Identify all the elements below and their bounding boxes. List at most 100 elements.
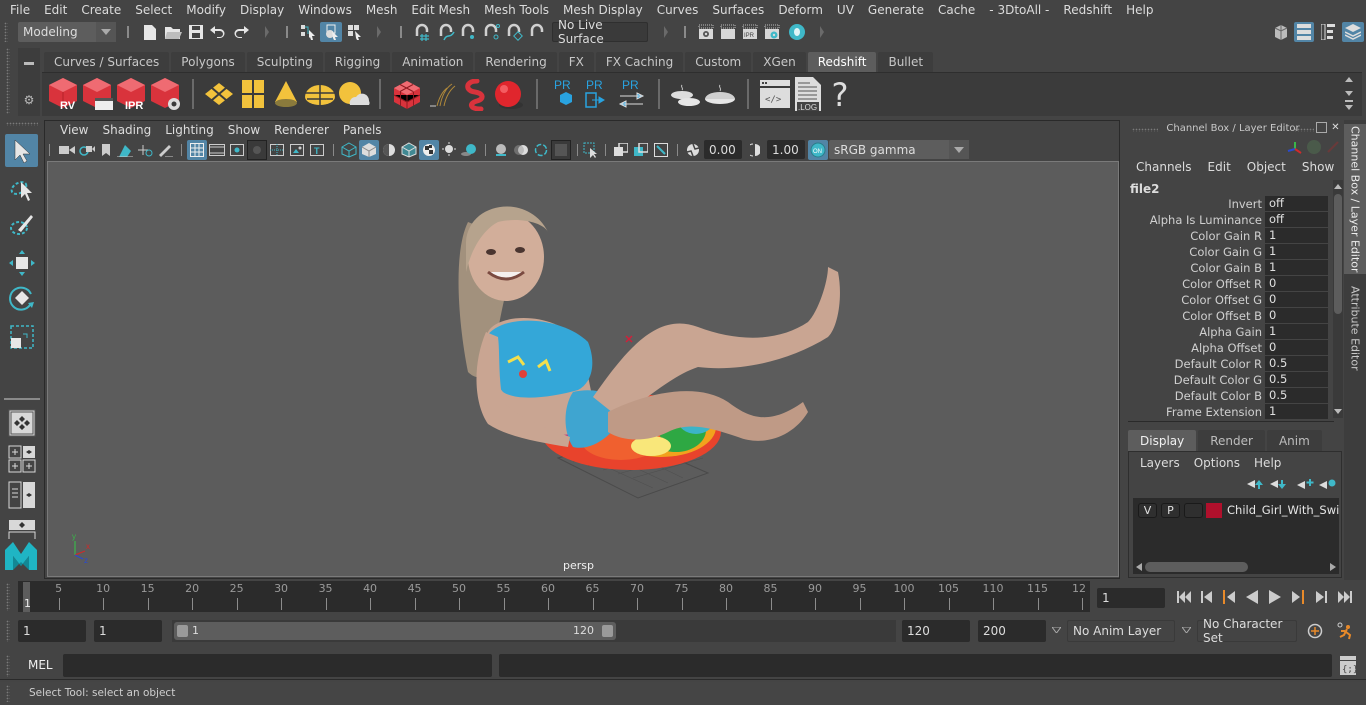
channel-label[interactable]: Color Gain G xyxy=(1189,244,1262,260)
redshift-hair-icon[interactable] xyxy=(424,77,458,113)
layer-tab-anim[interactable]: Anim xyxy=(1266,430,1322,451)
outliner-persp-layout-button[interactable] xyxy=(5,478,38,511)
viewport-menu-view[interactable]: View xyxy=(53,123,95,137)
redshift-ipr-icon[interactable]: IPR xyxy=(114,75,148,113)
channel-row[interactable]: Color Offset B0 xyxy=(1122,308,1332,324)
redshift-proxy-swap-icon[interactable]: PR xyxy=(614,75,650,115)
timeline-drag-handle[interactable] xyxy=(6,583,10,611)
wireframe-icon[interactable] xyxy=(339,140,359,160)
anim-layer-field[interactable]: No Anim Layer xyxy=(1067,620,1175,642)
auto-key-icon[interactable] xyxy=(1305,621,1325,641)
redshift-sun-sky-icon[interactable] xyxy=(336,77,372,111)
menu-select[interactable]: Select xyxy=(128,3,179,17)
channel-row[interactable]: Color Gain G1 xyxy=(1122,244,1332,260)
shelf-tab-rigging[interactable]: Rigging xyxy=(324,52,391,72)
menu-deform[interactable]: Deform xyxy=(771,3,830,17)
channel-label[interactable]: Frame Extension xyxy=(1166,404,1262,420)
channel-label[interactable]: Invert xyxy=(1228,196,1262,212)
shelf-scroll[interactable] xyxy=(1344,75,1354,115)
float-panel-icon[interactable] xyxy=(1316,122,1327,133)
gamma-field[interactable]: 1.00 xyxy=(767,140,805,159)
channel-row[interactable]: Color Gain R1 xyxy=(1122,228,1332,244)
channel-value-field[interactable]: off xyxy=(1265,212,1328,227)
smooth-shade-icon[interactable] xyxy=(359,140,379,160)
step-forward-frame-button[interactable] xyxy=(1288,588,1308,606)
step-back-key-button[interactable] xyxy=(1197,588,1217,606)
layer-row[interactable]: V P Child_Girl_With_Swim_ xyxy=(1133,498,1339,524)
go-to-start-button[interactable] xyxy=(1174,588,1194,606)
panel-drag-handle[interactable] xyxy=(1294,128,1314,132)
shelf-tab-fx-caching[interactable]: FX Caching xyxy=(595,52,684,72)
viewport-menu-lighting[interactable]: Lighting xyxy=(158,123,221,137)
motion-blur-icon[interactable] xyxy=(511,140,531,160)
hscroll-thumb[interactable] xyxy=(1145,562,1248,572)
x-ray-icon[interactable] xyxy=(611,140,631,160)
menu-windows[interactable]: Windows xyxy=(291,3,359,17)
viewport-menu-panels[interactable]: Panels xyxy=(336,123,389,137)
redshift-dome-light-icon[interactable] xyxy=(302,77,338,111)
channel-box-toggle-icon[interactable] xyxy=(1342,22,1364,42)
scale-tool[interactable] xyxy=(5,320,38,353)
undo-icon[interactable] xyxy=(208,22,228,42)
shelf-tab-rendering[interactable]: Rendering xyxy=(475,52,557,72)
channel-row[interactable]: Color Gain B1 xyxy=(1122,260,1332,276)
channel-value-field[interactable]: 0 xyxy=(1265,292,1328,307)
command-input[interactable] xyxy=(63,654,492,677)
resolution-gate-icon[interactable] xyxy=(227,140,247,160)
exposure-field[interactable]: 0.00 xyxy=(704,140,742,159)
channel-row[interactable]: Invert off xyxy=(1122,196,1332,212)
textured-icon[interactable] xyxy=(419,140,439,160)
playback-end-field[interactable]: 120 xyxy=(902,620,970,642)
viewport-menu-renderer[interactable]: Renderer xyxy=(267,123,336,137)
layer-menu-options[interactable]: Options xyxy=(1187,456,1247,470)
menu-uv[interactable]: UV xyxy=(830,3,861,17)
open-scene-icon[interactable] xyxy=(163,22,183,42)
channel-row[interactable]: Default Color R 0.5 xyxy=(1122,356,1332,372)
menu-mesh-tools[interactable]: Mesh Tools xyxy=(477,3,556,17)
channel-row[interactable]: Alpha Offset 0 xyxy=(1122,340,1332,356)
anti-aliasing-icon[interactable] xyxy=(531,140,551,160)
isolate-select-icon[interactable] xyxy=(581,140,601,160)
channel-row[interactable]: Color Offset G0 xyxy=(1122,292,1332,308)
range-slider-bar[interactable]: 1 120 xyxy=(174,622,616,640)
channel-label[interactable]: Default Color G xyxy=(1174,372,1262,388)
redshift-bake-icon[interactable] xyxy=(702,77,738,113)
menu-display[interactable]: Display xyxy=(233,3,291,17)
grease-pencil-icon[interactable] xyxy=(155,140,175,160)
image-plane-icon[interactable] xyxy=(115,140,135,160)
gate-mask-icon[interactable] xyxy=(247,140,267,160)
channel-value-field[interactable]: 1 xyxy=(1265,324,1328,339)
hyper-toggle-icon[interactable] xyxy=(1326,140,1340,154)
channel-box-scrollbar[interactable] xyxy=(1333,180,1343,418)
redo-icon[interactable] xyxy=(231,22,251,42)
safe-title-icon[interactable]: T xyxy=(307,140,327,160)
channel-box-menu-edit[interactable]: Edit xyxy=(1200,160,1239,174)
animation-preferences-icon[interactable] xyxy=(1334,621,1356,641)
time-slider-track[interactable]: 1 5 10 15 20 25 30 35 40 45 50 55 60 65 70 75 80 85 90 95 1… xyxy=(18,581,1090,612)
layer-playback-toggle[interactable]: P xyxy=(1161,503,1180,518)
new-scene-icon[interactable] xyxy=(141,22,159,42)
redshift-spot-light-icon[interactable] xyxy=(270,77,302,111)
rotate-tool[interactable] xyxy=(5,282,38,315)
channel-row[interactable]: Frame Extension 1 xyxy=(1122,404,1332,420)
hypershade-icon[interactable] xyxy=(786,22,808,42)
shelf-tabs-menu-icon[interactable] xyxy=(24,62,34,65)
collapse-arrow[interactable] xyxy=(377,26,381,38)
camera-attributes-icon[interactable] xyxy=(77,140,97,160)
step-forward-key-button[interactable] xyxy=(1311,588,1331,606)
channel-label[interactable]: Color Offset B xyxy=(1182,308,1262,324)
redshift-proxy-export-icon[interactable]: PR xyxy=(548,75,582,115)
snap-to-view-plane-icon[interactable] xyxy=(504,22,526,42)
channel-row[interactable]: Alpha Gain 1 xyxy=(1122,324,1332,340)
channel-box-menu-channels[interactable]: Channels xyxy=(1128,160,1200,174)
shelf-tab-bullet[interactable]: Bullet xyxy=(878,52,934,72)
single-perspective-layout-button[interactable] xyxy=(5,406,38,439)
manipulator-axis-icon[interactable] xyxy=(1286,140,1304,156)
channel-value-field[interactable]: 1 xyxy=(1265,244,1328,259)
snap-to-curve-icon[interactable] xyxy=(436,22,458,42)
shelf-tab-custom[interactable]: Custom xyxy=(685,52,752,72)
save-scene-icon[interactable] xyxy=(186,22,206,42)
side-tab-channel-box[interactable]: Channel Box / Layer Editor xyxy=(1344,124,1366,274)
depth-of-field-icon[interactable] xyxy=(551,140,571,160)
channel-value-field[interactable]: 1 xyxy=(1265,404,1328,419)
